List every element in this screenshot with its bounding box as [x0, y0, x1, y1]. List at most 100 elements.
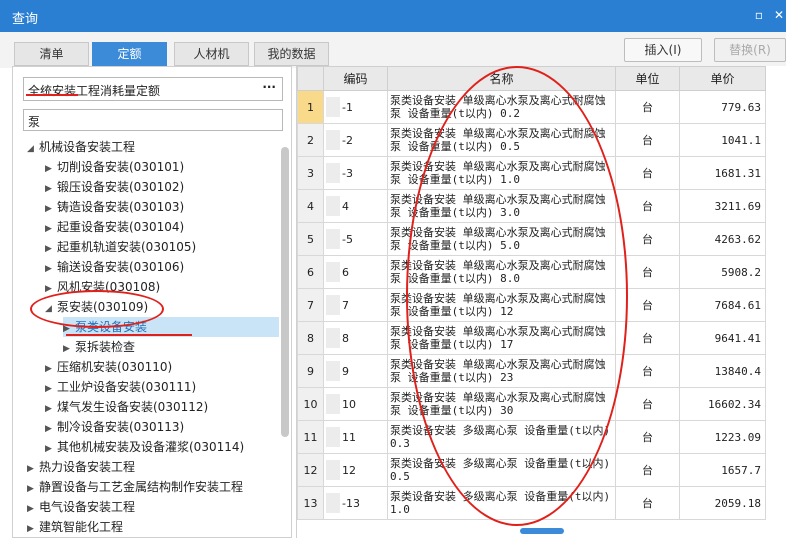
tree-node[interactable]: ◢ 机械设备安装工程: [27, 137, 279, 157]
expand-down-icon[interactable]: ◢: [27, 139, 39, 159]
row-code: 11: [323, 420, 388, 454]
tree-node[interactable]: ▶ 泵拆装检查: [63, 337, 279, 357]
tree-node[interactable]: ▶ 起重设备安装(030104): [45, 217, 279, 237]
more-icon[interactable]: ···: [262, 80, 276, 94]
tree-node[interactable]: ▶ 静置设备与工艺金属结构制作安装工程: [27, 477, 279, 497]
row-price: 1657.7: [679, 453, 766, 487]
tree-node[interactable]: ▶ 压缩机安装(030110): [45, 357, 279, 377]
tree-node[interactable]: ▶ 泵类设备安装: [63, 317, 279, 337]
tree-node[interactable]: ▶ 起重机轨道安装(030105): [45, 237, 279, 257]
row-name: 泵类设备安装 单级离心水泵及离心式耐腐蚀泵 设备重量(t以内) 12: [387, 288, 616, 322]
row-unit: 台: [615, 255, 680, 289]
table-row[interactable]: 9 9 泵类设备安装 单级离心水泵及离心式耐腐蚀泵 设备重量(t以内) 23 台 138…: [297, 354, 766, 388]
row-number: 3: [297, 156, 324, 190]
table-row[interactable]: 7 7 泵类设备安装 单级离心水泵及离心式耐腐蚀泵 设备重量(t以内) 12 台 768…: [297, 288, 766, 322]
expand-right-icon[interactable]: ▶: [63, 319, 75, 339]
expand-right-icon[interactable]: ▶: [45, 159, 57, 179]
tree-node-label: 切削设备安装(030101): [57, 160, 185, 174]
tree-node[interactable]: ◢ 泵安装(030109): [45, 297, 279, 317]
row-unit: 台: [615, 189, 680, 223]
tree-scrollbar[interactable]: [281, 147, 289, 437]
expand-right-icon[interactable]: ▶: [27, 519, 39, 537]
row-name: 泵类设备安装 多级离心泵 设备重量(t以内) 0.3: [387, 420, 616, 454]
tree-node[interactable]: ▶ 输送设备安装(030106): [45, 257, 279, 277]
tree-node[interactable]: ▶ 风机安装(030108): [45, 277, 279, 297]
row-number: 13: [297, 486, 324, 520]
table-row[interactable]: 3 -3 泵类设备安装 单级离心水泵及离心式耐腐蚀泵 设备重量(t以内) 1.0 台 1…: [297, 156, 766, 190]
table-row[interactable]: 1 -1 泵类设备安装 单级离心水泵及离心式耐腐蚀泵 设备重量(t以内) 0.2 台 7…: [297, 90, 766, 124]
row-number: 5: [297, 222, 324, 256]
tree-node[interactable]: ▶ 建筑智能化工程: [27, 517, 279, 537]
expand-right-icon[interactable]: ▶: [27, 499, 39, 519]
expand-right-icon[interactable]: ▶: [45, 379, 57, 399]
tree-node[interactable]: ▶ 铸造设备安装(030103): [45, 197, 279, 217]
expand-right-icon[interactable]: ▶: [45, 259, 57, 279]
close-icon[interactable]: ✕: [772, 8, 786, 22]
header-name[interactable]: 名称: [387, 66, 616, 91]
header-code[interactable]: 编码: [323, 66, 388, 91]
table-row[interactable]: 12 12 泵类设备安装 多级离心泵 设备重量(t以内) 0.5 台 1657.7: [297, 453, 766, 487]
tree-node[interactable]: ▶ 煤气发生设备安装(030112): [45, 397, 279, 417]
row-unit: 台: [615, 288, 680, 322]
horizontal-scrollbar[interactable]: [520, 528, 564, 534]
insert-button[interactable]: 插入(I): [624, 38, 702, 62]
expand-right-icon[interactable]: ▶: [45, 199, 57, 219]
redacted-block: [326, 295, 340, 315]
tree-node[interactable]: ▶ 工业炉设备安装(030111): [45, 377, 279, 397]
expand-right-icon[interactable]: ▶: [45, 219, 57, 239]
table-row[interactable]: 6 6 泵类设备安装 单级离心水泵及离心式耐腐蚀泵 设备重量(t以内) 8.0 台 59…: [297, 255, 766, 289]
expand-right-icon[interactable]: ▶: [27, 459, 39, 479]
row-unit: 台: [615, 387, 680, 421]
row-code: -1: [323, 90, 388, 124]
header-price[interactable]: 单价: [679, 66, 766, 91]
tree-node[interactable]: ▶ 热力设备安装工程: [27, 457, 279, 477]
tree-node[interactable]: ▶ 制冷设备安装(030113): [45, 417, 279, 437]
row-name: 泵类设备安装 单级离心水泵及离心式耐腐蚀泵 设备重量(t以内) 3.0: [387, 189, 616, 223]
replace-button[interactable]: 替换(R): [714, 38, 786, 62]
expand-right-icon[interactable]: ▶: [45, 439, 57, 459]
table-row[interactable]: 11 11 泵类设备安装 多级离心泵 设备重量(t以内) 0.3 台 1223.09: [297, 420, 766, 454]
expand-right-icon[interactable]: ▶: [45, 179, 57, 199]
row-name: 泵类设备安装 单级离心水泵及离心式耐腐蚀泵 设备重量(t以内) 23: [387, 354, 616, 388]
redacted-block: [326, 262, 340, 282]
row-name: 泵类设备安装 单级离心水泵及离心式耐腐蚀泵 设备重量(t以内) 0.5: [387, 123, 616, 157]
expand-right-icon[interactable]: ▶: [45, 359, 57, 379]
table-row[interactable]: 10 10 泵类设备安装 单级离心水泵及离心式耐腐蚀泵 设备重量(t以内) 30 台 1…: [297, 387, 766, 421]
expand-right-icon[interactable]: ▶: [27, 479, 39, 499]
tree-node[interactable]: ▶ 切削设备安装(030101): [45, 157, 279, 177]
row-code-text: 9: [342, 364, 349, 378]
table-row[interactable]: 8 8 泵类设备安装 单级离心水泵及离心式耐腐蚀泵 设备重量(t以内) 17 台 964…: [297, 321, 766, 355]
tree-node-label: 热力设备安装工程: [39, 460, 136, 474]
row-unit: 台: [615, 420, 680, 454]
library-select[interactable]: 全统安装工程消耗量定额 ···: [23, 77, 283, 101]
row-price: 4263.62: [679, 222, 766, 256]
tree-node[interactable]: ▶ 电气设备安装工程: [27, 497, 279, 517]
tree-node[interactable]: ▶ 锻压设备安装(030102): [45, 177, 279, 197]
tree-node[interactable]: ▶ 其他机械安装及设备灌浆(030114): [45, 437, 279, 457]
row-code: 6: [323, 255, 388, 289]
tree-node-label: 泵安装(030109): [57, 300, 149, 314]
expand-right-icon[interactable]: ▶: [45, 239, 57, 259]
row-number: 1: [297, 90, 324, 124]
expand-right-icon[interactable]: ▶: [45, 279, 57, 299]
redacted-block: [326, 229, 340, 249]
expand-down-icon[interactable]: ◢: [45, 299, 57, 319]
expand-right-icon[interactable]: ▶: [45, 399, 57, 419]
minimize-icon[interactable]: ▫: [752, 8, 766, 22]
search-input[interactable]: 泵: [23, 109, 283, 131]
table-row[interactable]: 13 -13 泵类设备安装 多级离心泵 设备重量(t以内) 1.0 台 2059.18: [297, 486, 766, 520]
tab-rencaiji[interactable]: 人材机: [174, 42, 249, 66]
row-code: -5: [323, 222, 388, 256]
tab-dinge[interactable]: 定额: [92, 42, 167, 66]
redacted-block: [326, 460, 340, 480]
expand-right-icon[interactable]: ▶: [63, 339, 75, 359]
table-row[interactable]: 2 -2 泵类设备安装 单级离心水泵及离心式耐腐蚀泵 设备重量(t以内) 0.5 台 1…: [297, 123, 766, 157]
table-row[interactable]: 4 4 泵类设备安装 单级离心水泵及离心式耐腐蚀泵 设备重量(t以内) 3.0 台 32…: [297, 189, 766, 223]
header-unit[interactable]: 单位: [615, 66, 680, 91]
expand-right-icon[interactable]: ▶: [45, 419, 57, 439]
tab-qingdan[interactable]: 清单: [14, 42, 89, 66]
tree-node-label: 输送设备安装(030106): [57, 260, 185, 274]
tab-my-data[interactable]: 我的数据: [254, 42, 329, 66]
tree-node-label: 铸造设备安装(030103): [57, 200, 185, 214]
table-row[interactable]: 5 -5 泵类设备安装 单级离心水泵及离心式耐腐蚀泵 设备重量(t以内) 5.0 台 4…: [297, 222, 766, 256]
